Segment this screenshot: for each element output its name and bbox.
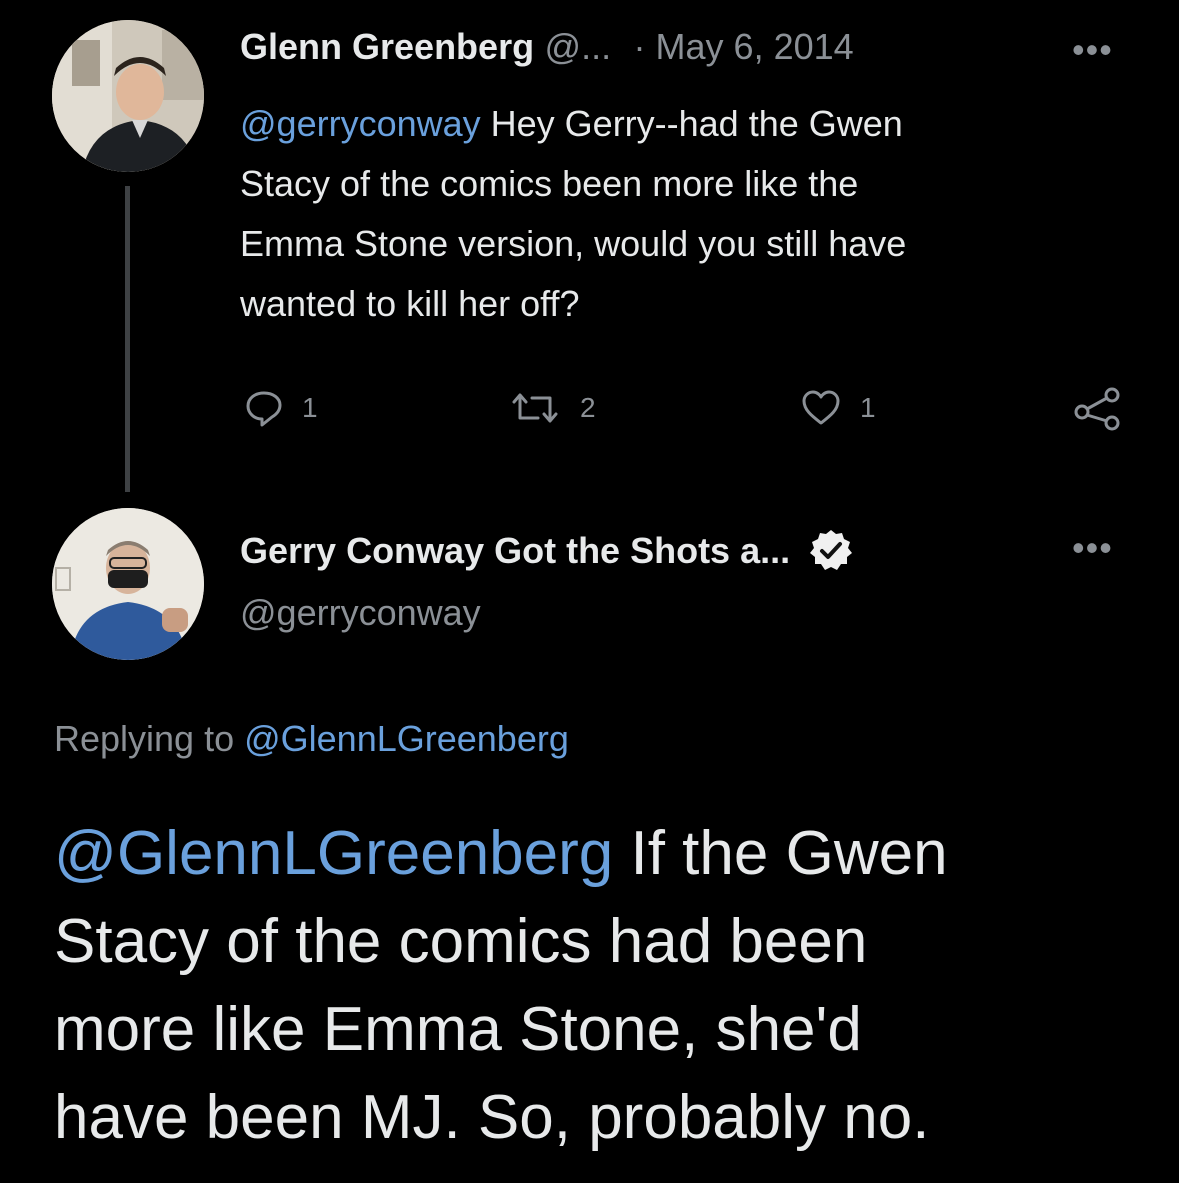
reply-icon — [246, 391, 282, 427]
thread-connector-line — [125, 186, 130, 492]
retweet-count: 2 — [580, 392, 596, 423]
like-count: 1 — [860, 392, 876, 423]
replying-to-handle-link[interactable]: @GlennLGreenberg — [244, 718, 569, 759]
author-handle[interactable]: @... — [545, 26, 612, 67]
tweet-text-line: @gerryconway Hey Gerry--had the Gwen — [240, 94, 1120, 154]
author-name[interactable]: Gerry Conway Got the Shots a... — [240, 530, 790, 572]
like-icon — [802, 390, 840, 425]
mention-link[interactable]: @GlennLGreenberg — [54, 819, 613, 888]
author-handle[interactable]: @gerryconway — [240, 592, 481, 634]
tweet-text-line: Stacy of the comics had been — [54, 907, 868, 976]
tweet-text-line: more like Emma Stone, she'd — [54, 995, 862, 1064]
share-icon — [1074, 387, 1120, 431]
replying-to-label: Replying to — [54, 718, 245, 759]
more-icon[interactable]: ••• — [1072, 32, 1113, 68]
retweet-icon — [512, 393, 558, 423]
avatar-photo — [52, 508, 204, 660]
tweet-date[interactable]: · May 6, 2014 — [634, 26, 854, 67]
tweet2-text: @GlennLGreenberg If the Gwen Stacy of th… — [54, 810, 1154, 1162]
retweet-button[interactable]: 2 — [508, 388, 596, 428]
tweet-text-fragment: If the Gwen — [613, 819, 948, 888]
tweet1-header: Glenn Greenberg @... · May 6, 2014 — [240, 26, 854, 68]
verified-badge-icon — [810, 530, 853, 570]
reply-button[interactable]: 1 — [244, 388, 318, 428]
tweet2-header: Gerry Conway Got the Shots a... — [240, 528, 854, 574]
share-button[interactable] — [1072, 386, 1124, 437]
tweet-text-line: @GlennLGreenberg If the Gwen — [54, 810, 1154, 898]
like-button[interactable]: 1 — [800, 388, 876, 428]
avatar-gerry-conway[interactable] — [52, 508, 204, 660]
reply-count: 1 — [302, 392, 318, 423]
tweet-text-line: have been MJ. So, probably no. — [54, 1083, 930, 1152]
tweet-text-line: Stacy of the comics been more like the — [240, 163, 859, 204]
tweet-text-line: Emma Stone version, would you still have — [240, 223, 907, 264]
more-icon[interactable]: ••• — [1072, 530, 1113, 566]
tweet-text-fragment: Hey Gerry--had the Gwen — [480, 103, 903, 144]
tweet-text-line: wanted to kill her off? — [240, 283, 580, 324]
tweet1-text: @gerryconway Hey Gerry--had the Gwen Sta… — [240, 94, 1120, 334]
mention-link[interactable]: @gerryconway — [240, 103, 481, 144]
replying-to-line: Replying to @GlennLGreenberg — [54, 718, 569, 760]
avatar-photo — [52, 20, 204, 172]
author-name[interactable]: Glenn Greenberg — [240, 26, 534, 67]
avatar-glenn-greenberg[interactable] — [52, 20, 204, 172]
